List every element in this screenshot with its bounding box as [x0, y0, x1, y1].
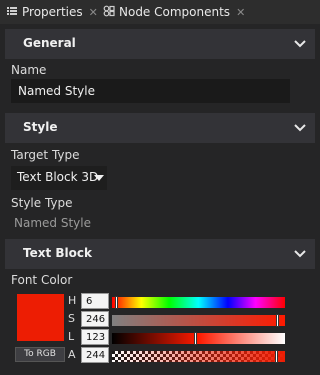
tab-properties[interactable]: Properties ✕	[6, 0, 98, 24]
hue-input[interactable]: 6	[81, 293, 109, 309]
section-text-block-title: Text Block	[23, 246, 92, 260]
alpha-slider-knob[interactable]	[275, 350, 278, 363]
lightness-channel-label: L	[68, 330, 75, 343]
section-general[interactable]: General	[5, 29, 315, 59]
section-style-title: Style	[23, 120, 58, 134]
to-rgb-button[interactable]: To RGB	[15, 347, 65, 362]
lightness-input[interactable]: 123	[81, 329, 109, 345]
tab-node-components[interactable]: Node Components ✕	[103, 0, 245, 24]
node-components-icon	[103, 5, 115, 20]
tab-node-components-close-icon[interactable]: ✕	[236, 6, 245, 19]
color-swatch[interactable]	[17, 294, 64, 341]
target-type-label: Target Type	[11, 148, 80, 162]
chevron-down-icon[interactable]	[293, 247, 307, 261]
saturation-channel-label: S	[68, 312, 75, 325]
tab-node-components-label: Node Components	[119, 5, 231, 19]
section-text-block[interactable]: Text Block	[5, 239, 315, 269]
alpha-input[interactable]: 244	[81, 347, 109, 363]
saturation-input[interactable]: 246	[81, 311, 109, 327]
section-general-title: General	[23, 36, 76, 50]
tab-properties-close-icon[interactable]: ✕	[89, 6, 98, 19]
dropdown-arrow-icon	[94, 175, 104, 181]
tab-bar: Properties ✕ Node Components ✕	[0, 0, 320, 24]
style-type-label: Style Type	[11, 196, 73, 210]
name-label: Name	[11, 63, 47, 77]
lightness-slider[interactable]	[112, 332, 285, 345]
saturation-slider[interactable]	[112, 314, 285, 327]
saturation-slider-knob[interactable]	[276, 314, 279, 327]
chevron-down-icon[interactable]	[293, 121, 307, 135]
hue-slider[interactable]	[112, 296, 285, 309]
style-type-value: Named Style	[14, 216, 91, 230]
chevron-down-icon[interactable]	[293, 37, 307, 51]
properties-icon	[6, 5, 18, 20]
alpha-channel-label: A	[68, 348, 76, 361]
tab-properties-label: Properties	[22, 5, 83, 19]
target-type-select[interactable]: Text Block 3D	[11, 166, 107, 190]
font-color-label: Font Color	[11, 273, 73, 287]
name-field-value: Named Style	[18, 84, 95, 98]
section-style[interactable]: Style	[5, 113, 315, 143]
hue-slider-knob[interactable]	[115, 296, 118, 309]
hue-channel-label: H	[68, 294, 77, 307]
name-field[interactable]: Named Style	[11, 79, 290, 103]
lightness-slider-knob[interactable]	[194, 332, 197, 345]
target-type-value: Text Block 3D	[17, 170, 99, 184]
alpha-slider[interactable]	[112, 350, 285, 363]
